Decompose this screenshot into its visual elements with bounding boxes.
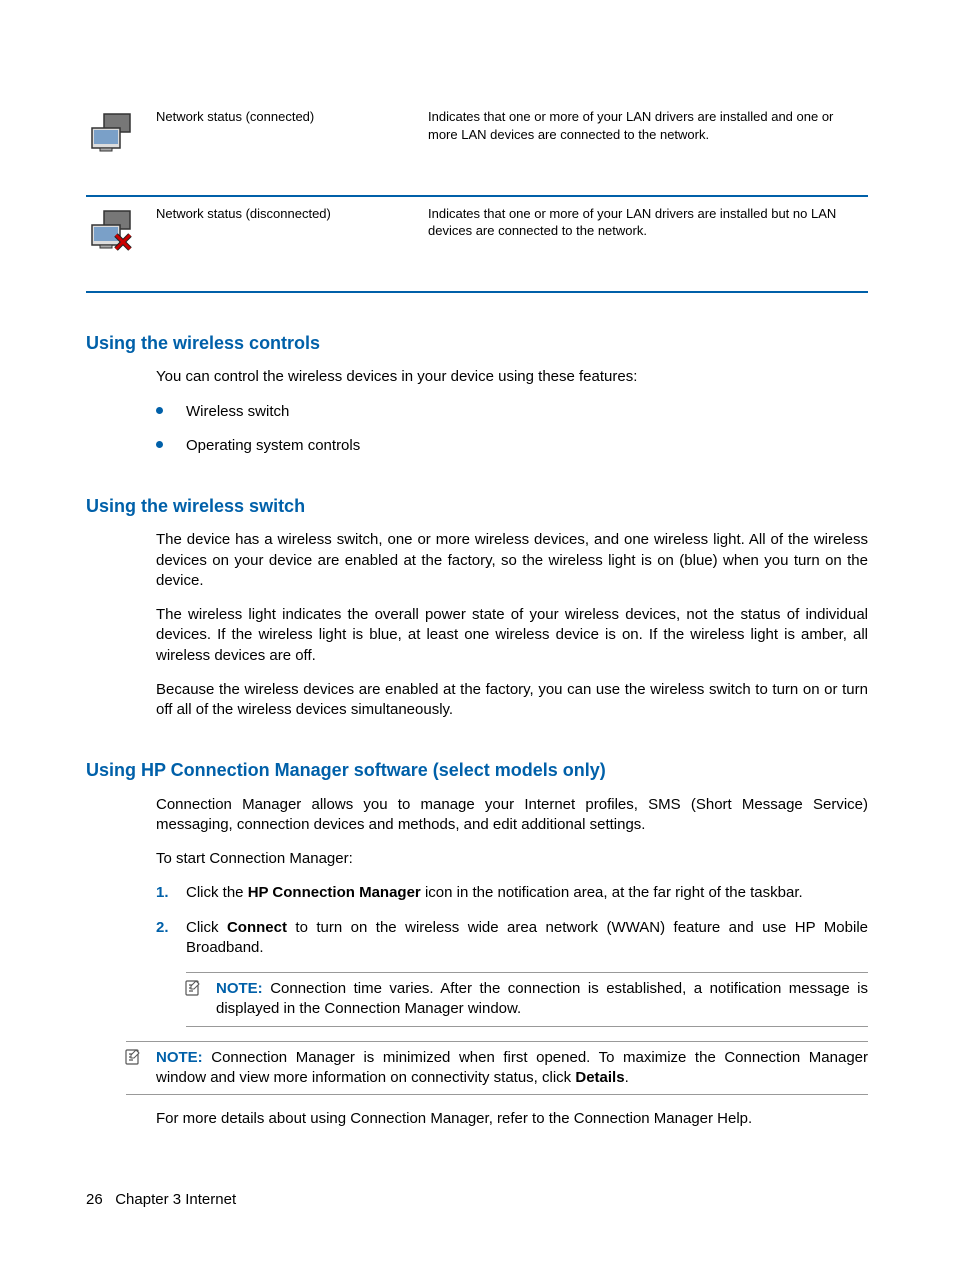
body-paragraph: Connection Manager allows you to manage …: [156, 795, 868, 836]
table-row: Network status (connected) Indicates tha…: [86, 100, 868, 196]
network-disconnected-icon: [86, 205, 156, 262]
body-paragraph: The wireless light indicates the overall…: [156, 605, 868, 666]
note-label: NOTE:: [156, 1049, 203, 1066]
note-text: Connection time varies. After the connec…: [216, 980, 868, 1017]
body-paragraph: Because the wireless devices are enabled…: [156, 680, 868, 721]
note-box: NOTE: Connection Manager is minimized wh…: [126, 1041, 868, 1096]
heading-hp-connection-manager: Using HP Connection Manager software (se…: [86, 758, 868, 782]
note-icon: [124, 1048, 142, 1072]
body-paragraph: For more details about using Connection …: [156, 1109, 868, 1129]
network-status-table: Network status (connected) Indicates tha…: [86, 100, 868, 293]
page-footer: 26 Chapter 3 Internet: [86, 1190, 236, 1210]
body-paragraph: You can control the wireless devices in …: [156, 367, 868, 387]
step-text: icon in the notification area, at the fa…: [421, 884, 803, 901]
status-desc: Indicates that one or more of your LAN d…: [428, 196, 868, 293]
step-text: Click the: [186, 884, 248, 901]
status-name: Network status (disconnected): [156, 196, 428, 293]
chapter-label: Chapter 3 Internet: [115, 1191, 236, 1208]
step-bold: Connect: [227, 919, 287, 936]
page-number: 26: [86, 1191, 103, 1208]
note-text: .: [625, 1069, 629, 1086]
status-name: Network status (connected): [156, 100, 428, 196]
list-item: Operating system controls: [156, 436, 868, 456]
step-item: Click the HP Connection Manager icon in …: [156, 883, 868, 903]
ordered-steps: Click the HP Connection Manager icon in …: [156, 883, 868, 958]
table-row: Network status (disconnected) Indicates …: [86, 196, 868, 293]
document-page: Network status (connected) Indicates tha…: [0, 0, 954, 1270]
bullet-list: Wireless switch Operating system control…: [156, 402, 868, 457]
heading-wireless-controls: Using the wireless controls: [86, 331, 868, 355]
note-label: NOTE:: [216, 980, 263, 997]
note-bold: Details: [575, 1069, 624, 1086]
body-paragraph: The device has a wireless switch, one or…: [156, 530, 868, 591]
status-desc: Indicates that one or more of your LAN d…: [428, 100, 868, 196]
network-connected-icon: [86, 108, 156, 165]
step-item: Click Connect to turn on the wireless wi…: [156, 918, 868, 959]
step-bold: HP Connection Manager: [248, 884, 421, 901]
heading-wireless-switch: Using the wireless switch: [86, 494, 868, 518]
step-text: Click: [186, 919, 227, 936]
note-icon: [184, 979, 202, 1003]
body-paragraph: To start Connection Manager:: [156, 849, 868, 869]
note-text: Connection Manager is minimized when fir…: [156, 1049, 868, 1086]
step-text: to turn on the wireless wide area networ…: [186, 919, 868, 956]
note-box: NOTE: Connection time varies. After the …: [186, 972, 868, 1027]
list-item: Wireless switch: [156, 402, 868, 422]
